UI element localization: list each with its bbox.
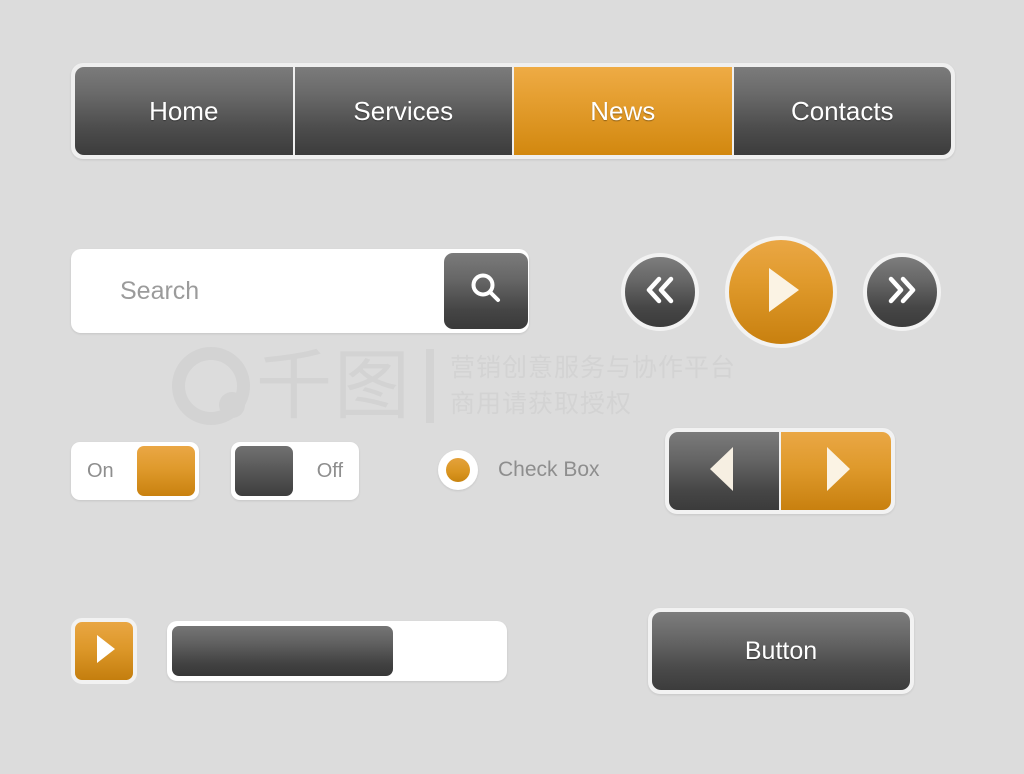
next-button[interactable] [863, 253, 941, 331]
pager-previous-button[interactable] [669, 432, 779, 510]
watermark: 千图 营销创意服务与协作平台 商用请获取授权 [172, 336, 872, 436]
main-navbar: Home Services News Contacts [71, 63, 955, 159]
checkbox-label: Check Box [498, 458, 600, 481]
play-triangle-icon [90, 632, 118, 671]
double-chevron-right-icon [882, 273, 922, 312]
progress-bar-track[interactable] [167, 621, 507, 681]
watermark-logo-text: 千图 [256, 341, 412, 430]
watermark-line-2: 商用请获取授权 [450, 389, 633, 418]
generic-button[interactable]: Button [648, 608, 914, 694]
pager-next-button[interactable] [781, 432, 891, 510]
toggle-switch-on[interactable]: On [71, 442, 199, 500]
toggle-switch-off[interactable]: Off [231, 442, 359, 500]
search-bar [71, 249, 529, 333]
nav-item-services[interactable]: Services [294, 67, 514, 155]
play-triangle-icon [757, 263, 805, 322]
watermark-divider [426, 349, 434, 423]
checkbox-row[interactable]: Check Box [438, 450, 600, 490]
toggle-on-knob[interactable] [137, 446, 195, 496]
triangle-right-icon [816, 443, 856, 500]
checkbox-control[interactable] [438, 450, 478, 490]
progress-bar-fill [172, 626, 394, 676]
checkbox-dot-icon [446, 458, 470, 482]
toggle-off-knob[interactable] [235, 446, 293, 496]
triangle-left-icon [704, 443, 744, 500]
player-play-button[interactable] [71, 618, 137, 684]
previous-button[interactable] [621, 253, 699, 331]
watermark-lines: 营销创意服务与协作平台 商用请获取授权 [450, 350, 736, 422]
toggle-off-label: Off [316, 459, 343, 482]
watermark-logo: 千图 [172, 347, 412, 425]
play-button[interactable] [725, 236, 837, 348]
double-chevron-left-icon [640, 273, 680, 312]
nav-item-home[interactable]: Home [75, 67, 295, 155]
watermark-line-1: 营销创意服务与协作平台 [450, 353, 737, 382]
nav-item-contacts[interactable]: Contacts [733, 67, 951, 155]
watermark-logo-mark [172, 347, 250, 425]
search-icon [466, 269, 506, 314]
search-button[interactable] [444, 253, 528, 329]
generic-button-label: Button [652, 612, 910, 690]
toggle-on-label: On [87, 459, 114, 482]
search-input[interactable] [75, 252, 444, 330]
nav-item-news[interactable]: News [514, 67, 734, 155]
ui-kit-canvas: 千图 营销创意服务与协作平台 商用请获取授权 Home Services New… [0, 0, 1024, 774]
pager-group [665, 428, 895, 514]
